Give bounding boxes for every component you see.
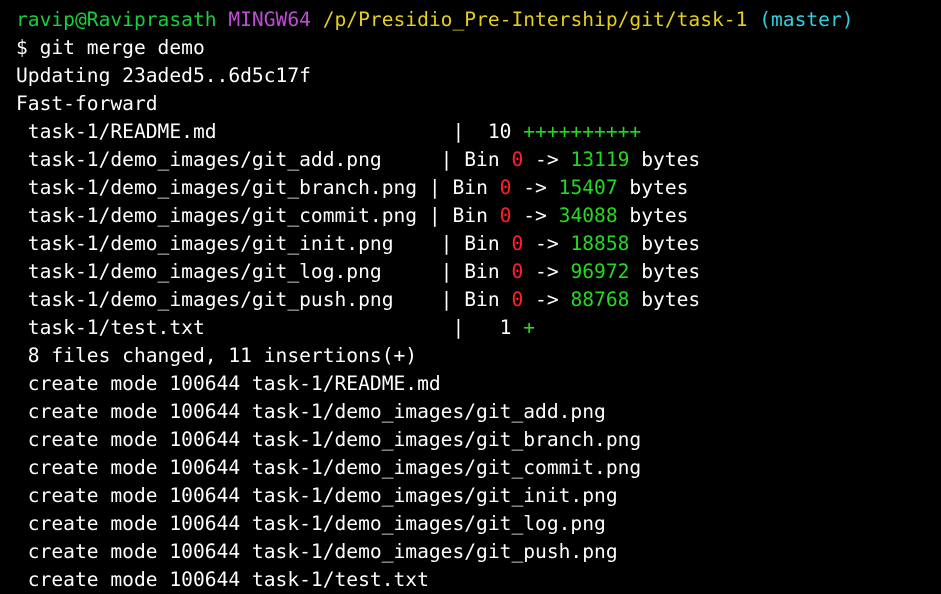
diffstat-row: task-1/demo_images/git_add.png | Bin 0 -… xyxy=(16,146,854,174)
diffstat-row: task-1/demo_images/git_push.png | Bin 0 … xyxy=(16,286,854,314)
diffstat-sep: | Bin xyxy=(440,148,512,171)
diffstat-plus: + xyxy=(523,316,536,339)
diffstat-count: 1 xyxy=(499,316,512,339)
diffstat-sep: | Bin xyxy=(440,288,512,311)
diffstat-unit: bytes xyxy=(617,176,689,199)
diffstat-sep: | Bin xyxy=(428,204,500,227)
diffstat-sep: | Bin xyxy=(440,260,512,283)
diffstat-from: 0 xyxy=(511,148,524,171)
diffstat-from: 0 xyxy=(511,260,524,283)
diffstat-arrow: -> xyxy=(511,204,559,227)
diffstat-file: task-1/test.txt xyxy=(16,316,453,339)
diffstat-arrow: -> xyxy=(523,260,571,283)
diffstat-arrow: -> xyxy=(523,288,571,311)
diffstat-arrow: -> xyxy=(523,148,571,171)
create-mode-line: create mode 100644 task-1/demo_images/gi… xyxy=(16,428,642,451)
prompt-branch: (master) xyxy=(759,8,854,31)
diffstat-file: task-1/demo_images/git_init.png xyxy=(16,232,441,255)
diffstat-sep: | Bin xyxy=(440,232,512,255)
diffstat-file: task-1/demo_images/git_branch.png xyxy=(16,176,429,199)
diffstat-unit: bytes xyxy=(629,148,701,171)
diffstat-unit: bytes xyxy=(629,288,701,311)
diffstat-to: 13119 xyxy=(570,148,630,171)
diffstat-from: 0 xyxy=(511,288,524,311)
fast-forward-line: Fast-forward xyxy=(16,92,158,115)
diffstat-row: task-1/demo_images/git_commit.png | Bin … xyxy=(16,202,854,230)
diffstat-unit: bytes xyxy=(617,204,689,227)
diffstat-unit: bytes xyxy=(629,260,701,283)
diffstat-arrow: -> xyxy=(511,176,559,199)
diffstat-sep: | xyxy=(452,316,500,339)
diffstat-row: task-1/demo_images/git_log.png | Bin 0 -… xyxy=(16,258,854,286)
diffstat-to: 34088 xyxy=(558,204,618,227)
create-mode-line: create mode 100644 task-1/demo_images/gi… xyxy=(16,484,618,507)
diffstat-file: task-1/demo_images/git_log.png xyxy=(16,260,441,283)
diffstat-sep: | xyxy=(452,120,488,143)
create-mode-line: create mode 100644 task-1/demo_images/gi… xyxy=(16,512,606,535)
prompt-system: MINGW64 xyxy=(228,8,311,31)
diffstat-row: task-1/demo_images/git_branch.png | Bin … xyxy=(16,174,854,202)
diffstat-unit: bytes xyxy=(629,232,701,255)
create-mode-line: create mode 100644 task-1/demo_images/gi… xyxy=(16,456,642,479)
diffstat-row: task-1/README.md | 10 ++++++++++ xyxy=(16,118,854,146)
updating-line: Updating 23aded5..6d5c17f xyxy=(16,64,311,87)
prompt-line: ravip@Raviprasath MINGW64 /p/Presidio_Pr… xyxy=(16,6,854,34)
command-line: $ git merge demo xyxy=(16,36,205,59)
diffstat-from: 0 xyxy=(499,176,512,199)
terminal-window[interactable]: ravip@Raviprasath MINGW64 /p/Presidio_Pr… xyxy=(16,6,854,594)
diffstat-row: task-1/test.txt | 1 + xyxy=(16,314,854,342)
diffstat-file: task-1/demo_images/git_commit.png xyxy=(16,204,429,227)
diffstat-from: 0 xyxy=(499,204,512,227)
diffstat-plus: ++++++++++ xyxy=(523,120,642,143)
diffstat-count: 10 xyxy=(487,120,512,143)
prompt-path: /p/Presidio_Pre-Intership/git/task-1 xyxy=(322,8,748,31)
create-mode-line: create mode 100644 task-1/README.md xyxy=(16,372,441,395)
diffstat-file: task-1/README.md xyxy=(16,120,453,143)
create-mode-line: create mode 100644 task-1/demo_images/gi… xyxy=(16,400,606,423)
diffstat-sep: | Bin xyxy=(428,176,500,199)
diffstat-row: task-1/demo_images/git_init.png | Bin 0 … xyxy=(16,230,854,258)
diffstat-from: 0 xyxy=(511,232,524,255)
prompt-user-host: ravip@Raviprasath xyxy=(16,8,217,31)
create-mode-line: create mode 100644 task-1/demo_images/gi… xyxy=(16,540,618,563)
diffstat-to: 96972 xyxy=(570,260,630,283)
diffstat-to: 18858 xyxy=(570,232,630,255)
summary-line: 8 files changed, 11 insertions(+) xyxy=(16,344,418,367)
diffstat-to: 88768 xyxy=(570,288,630,311)
create-mode-line: create mode 100644 task-1/test.txt xyxy=(16,568,429,591)
diffstat-file: task-1/demo_images/git_push.png xyxy=(16,288,441,311)
diffstat-arrow: -> xyxy=(523,232,571,255)
diffstat-file: task-1/demo_images/git_add.png xyxy=(16,148,441,171)
diffstat-to: 15407 xyxy=(558,176,618,199)
